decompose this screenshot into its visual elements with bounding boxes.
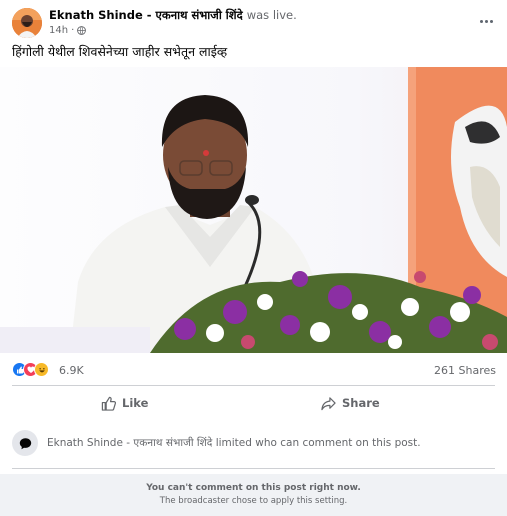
more-icon [479, 19, 483, 23]
live-post-card: Eknath Shinde - एकनाथ संभाजी शिंदे was l… [0, 0, 507, 516]
haha-icon [34, 362, 49, 377]
like-button[interactable]: Like [101, 391, 148, 415]
reaction-icons[interactable] [12, 362, 49, 377]
comment-bubble-icon [12, 430, 38, 456]
more-options-button[interactable] [477, 12, 495, 30]
post-caption: हिंगोली येथील शिवसेनेच्या जाहीर सभेतून ल… [12, 44, 228, 59]
live-status: was live. [246, 8, 297, 22]
share-button[interactable]: Share [321, 391, 380, 415]
post-meta: 14h · [49, 25, 87, 36]
divider [12, 385, 495, 386]
divider [12, 468, 495, 469]
live-video[interactable] [0, 67, 507, 353]
author-name[interactable]: Eknath Shinde - एकनाथ संभाजी शिंदे [49, 8, 243, 22]
notice-author[interactable]: Eknath Shinde - एकनाथ संभाजी शिंदे [47, 437, 212, 449]
post-time[interactable]: 14h [49, 25, 68, 36]
thumbs-up-icon [101, 396, 116, 411]
post-header: Eknath Shinde - एकनाथ संभाजी शिंदे was l… [49, 8, 297, 23]
comment-disabled-subtitle: The broadcaster chose to apply this sett… [159, 496, 348, 506]
author-avatar[interactable] [12, 8, 42, 38]
separator-dot: · [71, 25, 75, 36]
video-frame [0, 67, 507, 353]
share-arrow-icon [321, 396, 336, 410]
comment-restriction-notice: Eknath Shinde - एकनाथ संभाजी शिंदे limit… [12, 430, 421, 456]
notice-message: limited who can comment on this post. [215, 437, 421, 449]
reaction-count[interactable]: 6.9K [59, 364, 84, 377]
globe-icon [77, 26, 87, 35]
like-label: Like [122, 396, 149, 410]
comment-disabled-title: You can't comment on this post right now… [146, 483, 361, 493]
restriction-text: Eknath Shinde - एकनाथ संभाजी शिंदे limit… [47, 436, 421, 450]
comment-disabled-banner: You can't comment on this post right now… [0, 474, 507, 516]
shares-count[interactable]: 261 Shares [434, 364, 496, 377]
share-label: Share [342, 396, 380, 410]
